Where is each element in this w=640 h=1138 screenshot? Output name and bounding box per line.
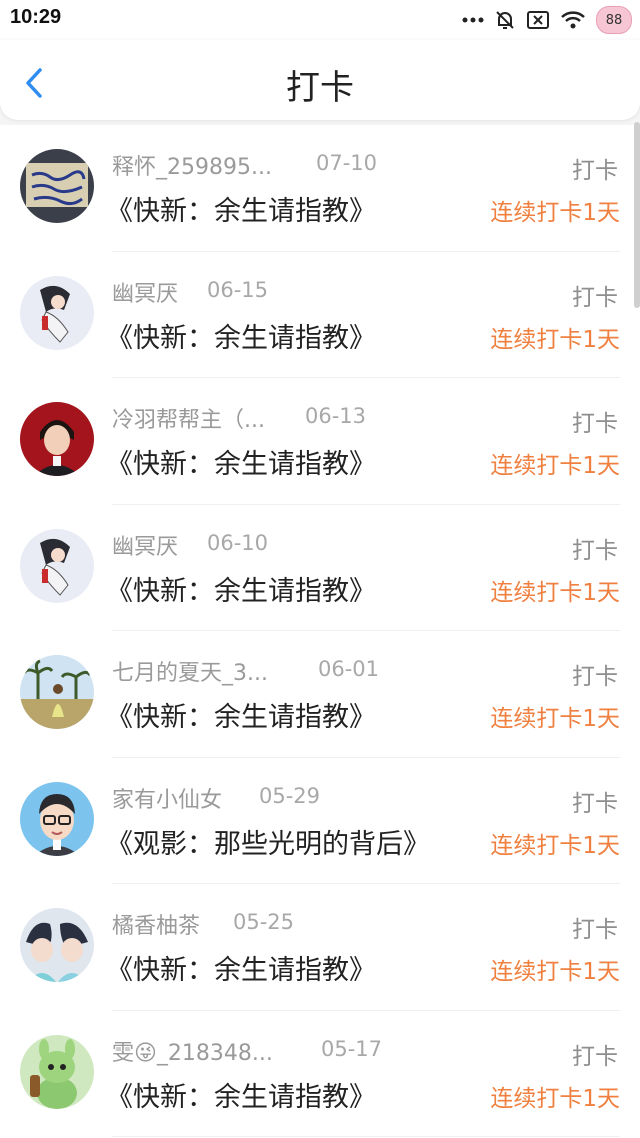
battery-indicator: 88 [596,6,632,34]
streak-label: 连续打卡1天 [490,959,620,985]
checkin-date: 07-10 [316,151,378,175]
streak-label: 连续打卡1天 [490,1085,620,1112]
list-item[interactable]: 幽冥厌 06-10 《快新：余生请指教》 打卡 连续打卡1天 [0,505,640,631]
scrollbar[interactable] [634,122,640,308]
checkin-label: 打卡 [572,284,618,311]
streak-label: 连续打卡1天 [490,832,620,859]
wifi-icon [560,10,586,30]
checkin-label: 打卡 [572,411,618,437]
list-item[interactable]: 释怀_259895... 07-10 《快新：余生请指教》 打卡 连续打卡1天 [0,125,640,252]
streak-label: 连续打卡1天 [490,326,620,353]
avatar[interactable] [20,1034,94,1109]
status-time: 10:29 [10,6,62,28]
book-title: 《快新：余生请指教》 [106,196,376,227]
book-title: 《快新：余生请指教》 [106,1081,376,1113]
checkin-date: 06-10 [207,530,269,555]
book-title: 《观影：那些光明的背后》 [106,828,430,860]
list-item[interactable]: 冷羽帮帮主（... 06-13 《快新：余生请指教》 打卡 连续打卡1天 [0,378,640,505]
user-name: 幽冥厌 [112,281,179,307]
streak-label: 连续打卡1天 [490,706,620,732]
checkin-list[interactable]: 释怀_259895... 07-10 《快新：余生请指教》 打卡 连续打卡1天 … [0,125,640,1138]
list-item[interactable]: 雯😜_218348... 05-17 《快新：余生请指教》 打卡 连续打卡1天 [0,1011,640,1137]
header: 打卡 [0,40,640,120]
checkin-date: 05-17 [321,1036,383,1061]
checkin-date: 06-01 [318,657,380,681]
book-title: 《快新：余生请指教》 [106,449,376,480]
avatar[interactable] [20,149,94,223]
user-name: 释怀_259895... [112,155,272,180]
user-name: 橘香柚茶 [112,914,201,939]
page-title: 打卡 [286,68,354,108]
list-item[interactable]: 家有小仙女 05-29 《观影：那些光明的背后》 打卡 连续打卡1天 [0,758,640,884]
user-name: 冷羽帮帮主（... [112,408,265,433]
list-item[interactable]: 七月的夏天_3... 06-01 《快新：余生请指教》 打卡 连续打卡1天 [0,631,640,758]
user-name: 家有小仙女 [112,787,223,813]
checkin-date: 05-25 [233,910,295,934]
avatar[interactable] [20,528,94,603]
checkin-date: 06-15 [207,277,269,302]
checkin-label: 打卡 [572,664,618,690]
sim-off-icon [526,10,550,30]
streak-label: 连续打卡1天 [490,579,620,606]
avatar[interactable] [20,781,94,856]
mute-bell-icon [494,9,516,31]
checkin-label: 打卡 [572,917,618,943]
avatar[interactable] [20,908,94,982]
user-name: 雯😜_218348... [112,1040,273,1066]
user-name: 七月的夏天_3... [112,661,268,686]
list-item[interactable]: 幽冥厌 06-15 《快新：余生请指教》 打卡 连续打卡1天 [0,252,640,378]
list-item[interactable]: 橘香柚茶 05-25 《快新：余生请指教》 打卡 连续打卡1天 [0,884,640,1011]
checkin-date: 05-29 [259,783,321,808]
status-icons: 88 [462,6,632,34]
book-title: 《快新：余生请指教》 [106,322,376,354]
avatar[interactable] [20,655,94,729]
checkin-label: 打卡 [572,537,618,564]
user-name: 幽冥厌 [112,534,179,560]
book-title: 《快新：余生请指教》 [106,702,376,733]
status-bar: 10:29 88 [0,0,640,40]
book-title: 《快新：余生请指教》 [106,955,376,986]
streak-label: 连续打卡1天 [490,453,620,479]
checkin-date: 06-13 [305,404,367,428]
streak-label: 连续打卡1天 [490,200,620,226]
divider [112,1136,620,1137]
checkin-label: 打卡 [572,1043,618,1070]
avatar[interactable] [20,275,94,350]
checkin-label: 打卡 [572,790,618,817]
book-title: 《快新：余生请指教》 [106,575,376,607]
avatar[interactable] [20,402,94,476]
more-dots-icon [462,16,484,24]
checkin-label: 打卡 [572,158,618,184]
